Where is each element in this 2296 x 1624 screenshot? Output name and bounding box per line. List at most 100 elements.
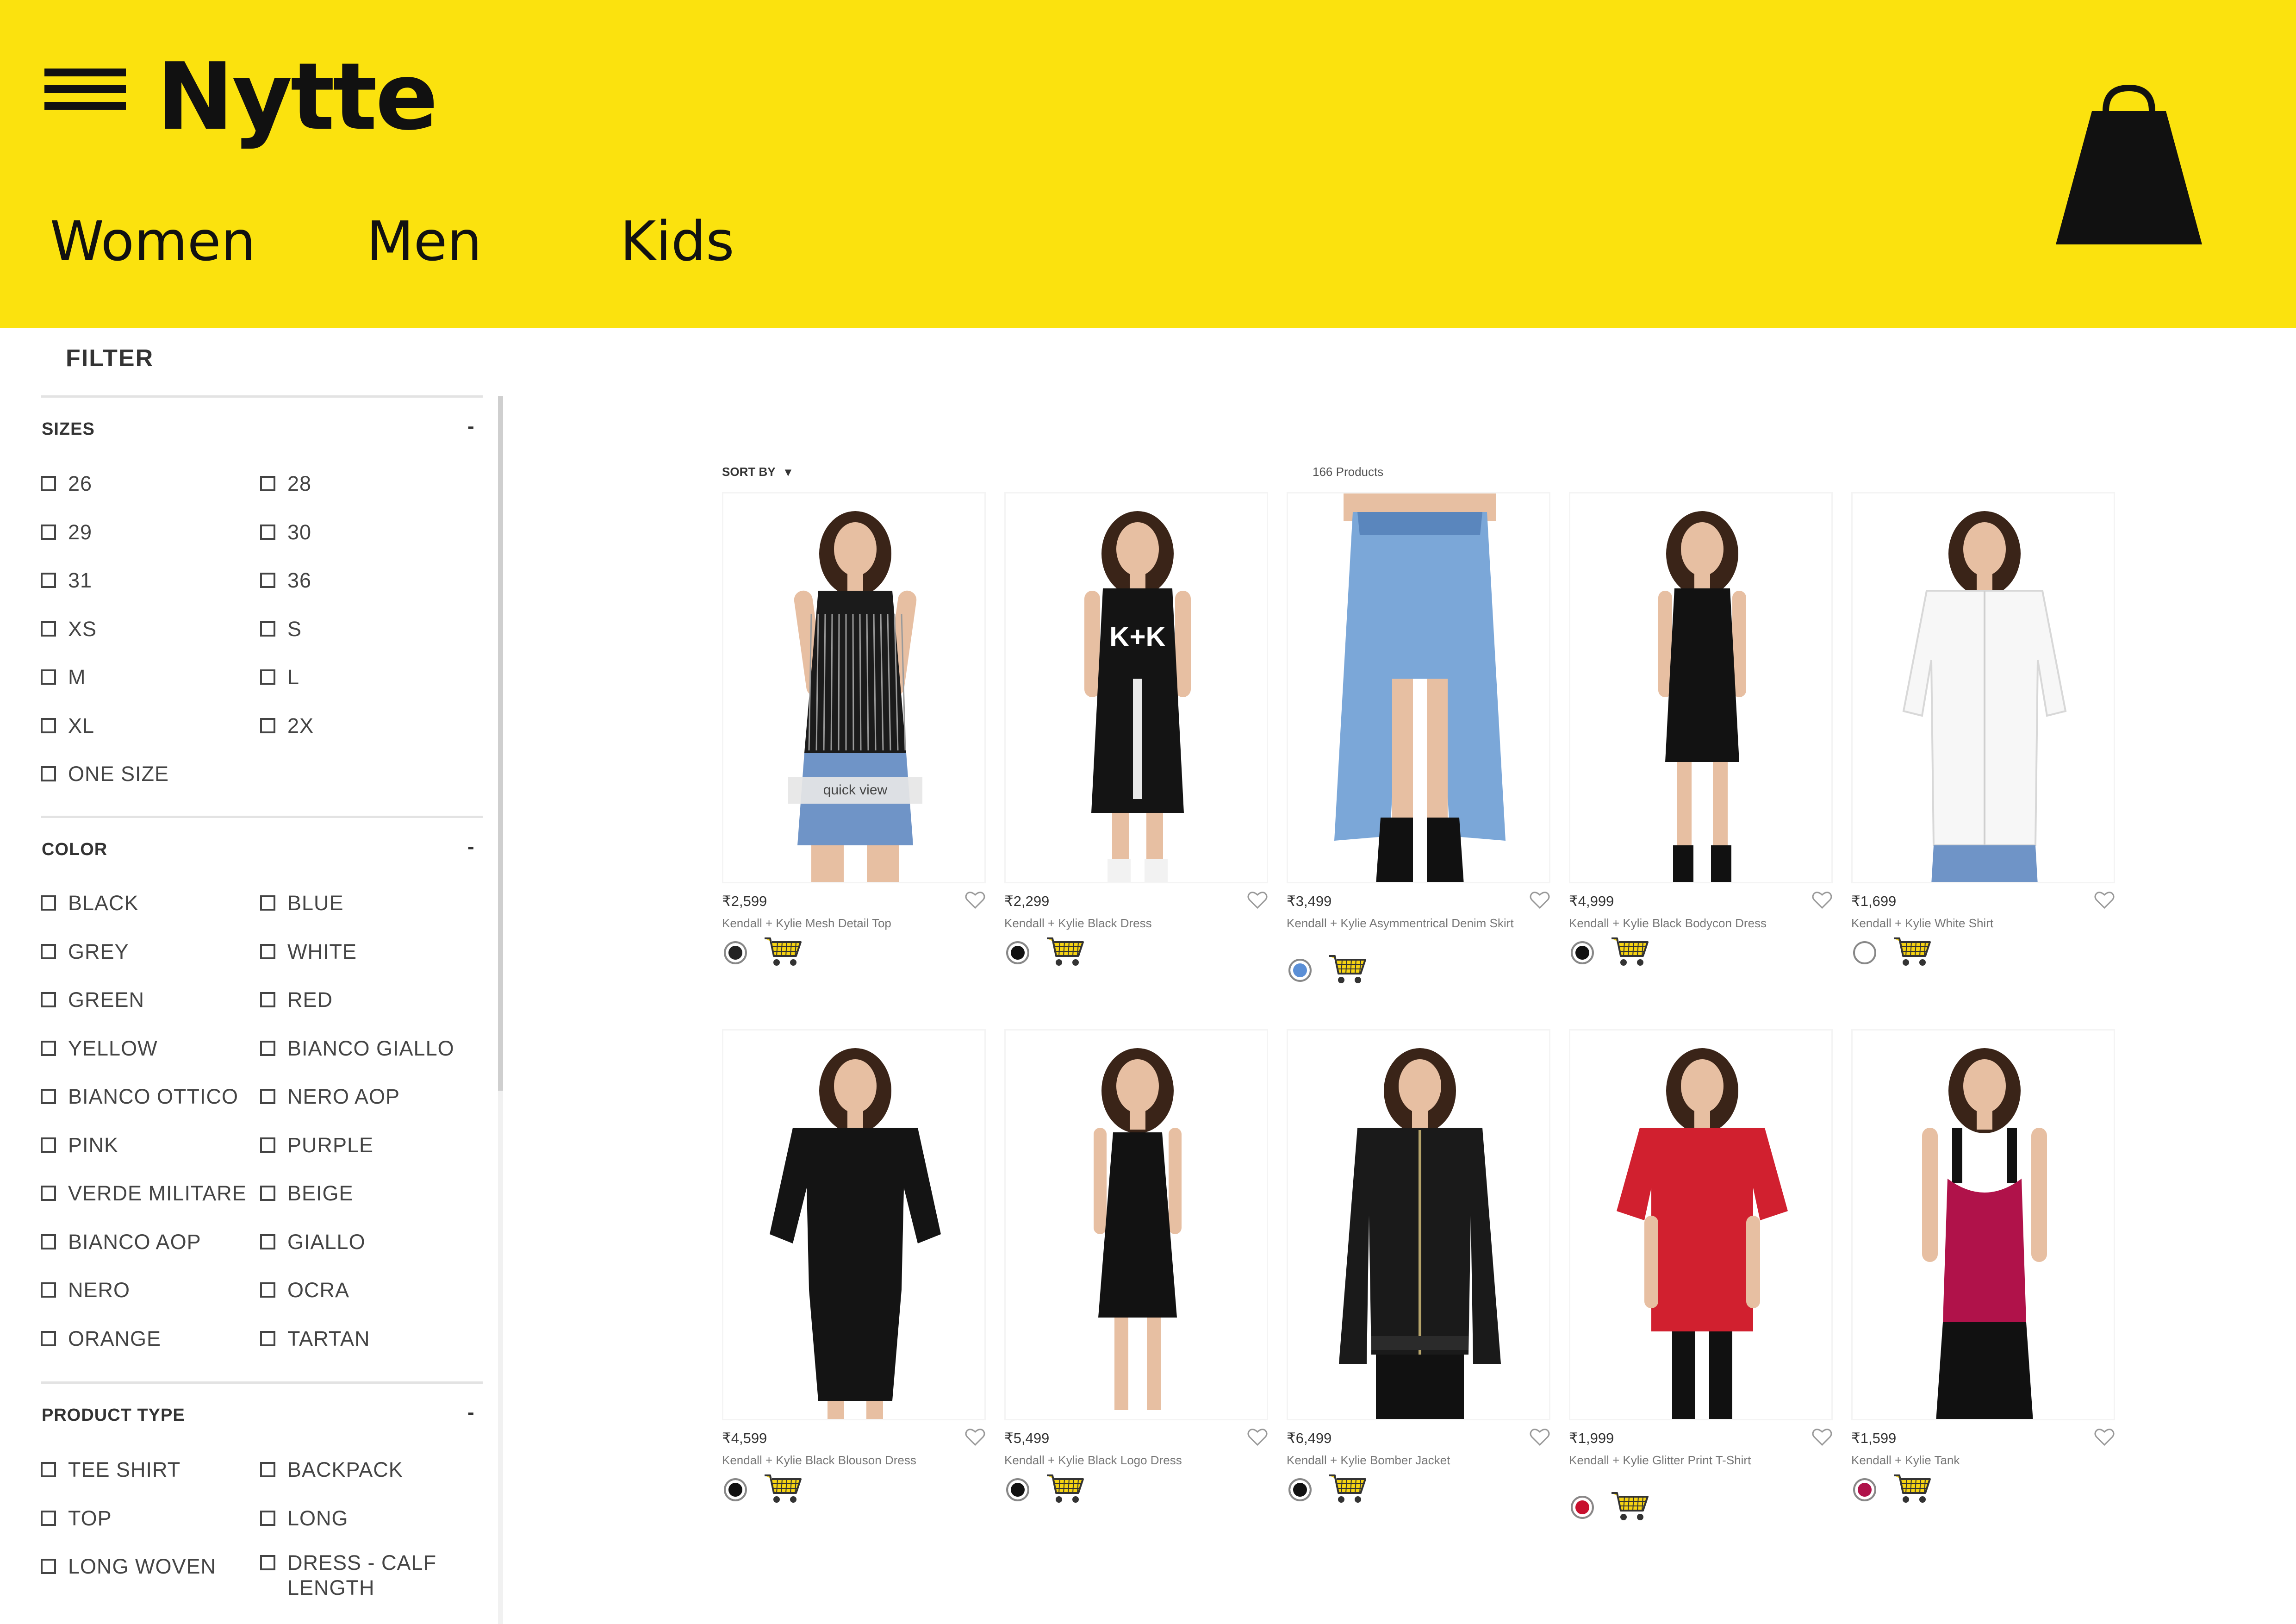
checkbox[interactable] [41,1089,56,1104]
checkbox[interactable] [260,573,275,588]
checkbox[interactable] [41,621,56,637]
color-option[interactable]: PINK [41,1133,118,1158]
size-option[interactable]: 36 [260,568,311,593]
brand-logo[interactable]: Nytte [156,51,438,144]
wishlist-heart-icon[interactable] [2094,890,2115,910]
wishlist-heart-icon[interactable] [964,1427,986,1447]
color-swatch[interactable] [1288,1478,1312,1501]
product-image[interactable]: quick view [722,492,986,883]
product-name[interactable]: Kendall + Kylie Bomber Jacket [1287,1453,1527,1468]
checkbox[interactable] [41,1462,56,1477]
add-to-cart-icon[interactable] [764,936,803,968]
color-option[interactable]: NERO [41,1278,130,1303]
size-option[interactable]: 31 [41,568,92,593]
nav-women[interactable]: Women [50,214,255,269]
checkbox[interactable] [41,524,56,540]
checkbox[interactable] [260,1089,275,1104]
nav-men[interactable]: Men [367,214,482,269]
color-swatch[interactable] [724,941,747,964]
product-type-option[interactable]: TOP [41,1506,112,1531]
wishlist-heart-icon[interactable] [1529,1427,1550,1447]
color-swatch[interactable] [1853,1478,1876,1501]
color-swatch[interactable] [1006,941,1029,964]
product-type-option[interactable]: LONG WOVEN [41,1554,216,1579]
color-option[interactable]: PURPLE [260,1133,373,1158]
size-option[interactable]: S [260,617,302,642]
checkbox[interactable] [260,1137,275,1153]
color-option[interactable]: VERDE MILITARE [41,1181,247,1206]
size-option[interactable]: 28 [260,471,311,496]
size-option[interactable]: L [260,665,299,690]
product-type-collapse-button[interactable]: - [467,1401,474,1424]
checkbox[interactable] [260,1282,275,1298]
product-type-option[interactable]: BACKPACK [260,1457,403,1482]
product-name[interactable]: Kendall + Kylie Black Logo Dress [1004,1453,1245,1468]
wishlist-heart-icon[interactable] [1529,890,1550,910]
color-option[interactable]: GREEN [41,987,144,1012]
color-option[interactable]: GIALLO [260,1230,366,1255]
checkbox[interactable] [260,718,275,733]
size-option[interactable]: 26 [41,471,92,496]
checkbox[interactable] [41,1040,56,1056]
add-to-cart-icon[interactable] [1328,1473,1367,1505]
checkbox[interactable] [260,1462,275,1477]
checkbox[interactable] [260,943,275,959]
sort-by-dropdown[interactable]: SORT BY ▾ [722,465,791,479]
product-card[interactable]: ₹3,499 Kendall + Kylie Asymmentrical Den… [1287,492,1550,992]
checkbox[interactable] [41,1234,56,1249]
checkbox[interactable] [41,895,56,911]
size-option[interactable]: XS [41,617,97,642]
product-card[interactable]: ₹4,599 Kendall + Kylie Black Blouson Dre… [722,1029,986,1529]
product-image[interactable] [1851,492,2115,883]
size-option[interactable]: M [41,665,86,690]
product-image[interactable] [1287,492,1550,883]
color-option[interactable]: BIANCO OTTICO [41,1084,238,1109]
checkbox[interactable] [260,1330,275,1346]
color-option[interactable]: NERO AOP [260,1084,400,1109]
sizes-collapse-button[interactable]: - [467,415,474,438]
checkbox[interactable] [260,1186,275,1201]
add-to-cart-icon[interactable] [1893,1473,1932,1505]
add-to-cart-icon[interactable] [1611,1490,1649,1523]
color-swatch[interactable] [1853,941,1876,964]
wishlist-heart-icon[interactable] [1811,890,1833,910]
checkbox[interactable] [260,992,275,1007]
product-card[interactable]: quick view ₹2,599 Kendall + Kylie Mesh D… [722,492,986,992]
add-to-cart-icon[interactable] [1046,1473,1085,1505]
add-to-cart-icon[interactable] [1611,936,1649,968]
checkbox[interactable] [260,524,275,540]
product-image[interactable] [722,1029,986,1420]
wishlist-heart-icon[interactable] [2094,1427,2115,1447]
checkbox[interactable] [260,476,275,491]
size-option[interactable]: 2X [260,713,314,738]
checkbox[interactable] [260,1234,275,1249]
product-name[interactable]: Kendall + Kylie Asymmentrical Denim Skir… [1287,916,1527,931]
scrollbar-thumb[interactable] [498,396,503,1091]
color-option[interactable]: ORANGE [41,1326,161,1351]
color-swatch[interactable] [724,1478,747,1501]
checkbox[interactable] [260,1510,275,1526]
product-name[interactable]: Kendall + Kylie White Shirt [1851,916,2092,931]
checkbox[interactable] [260,1040,275,1056]
color-option[interactable]: WHITE [260,939,357,964]
add-to-cart-icon[interactable] [1893,936,1932,968]
product-image[interactable] [1851,1029,2115,1420]
checkbox[interactable] [41,1282,56,1298]
checkbox[interactable] [41,1137,56,1153]
color-swatch[interactable] [1006,1478,1029,1501]
color-option[interactable]: BLACK [41,891,139,916]
add-to-cart-icon[interactable] [1046,936,1085,968]
nav-kids[interactable]: Kids [620,214,734,269]
checkbox[interactable] [41,718,56,733]
product-card[interactable]: K+K ₹2,299 Kendall + Kylie Black Dress [1004,492,1268,992]
color-swatch[interactable] [1288,959,1312,982]
checkbox[interactable] [41,1330,56,1346]
checkbox[interactable] [41,766,56,781]
color-option[interactable]: BLUE [260,891,344,916]
shopping-bag-icon[interactable] [2055,83,2203,250]
product-name[interactable]: Kendall + Kylie Black Bodycon Dress [1569,916,1810,931]
wishlist-heart-icon[interactable] [1247,890,1268,910]
color-option[interactable]: OCRA [260,1278,349,1303]
product-type-option[interactable]: LONG [260,1506,348,1531]
checkbox[interactable] [41,1186,56,1201]
